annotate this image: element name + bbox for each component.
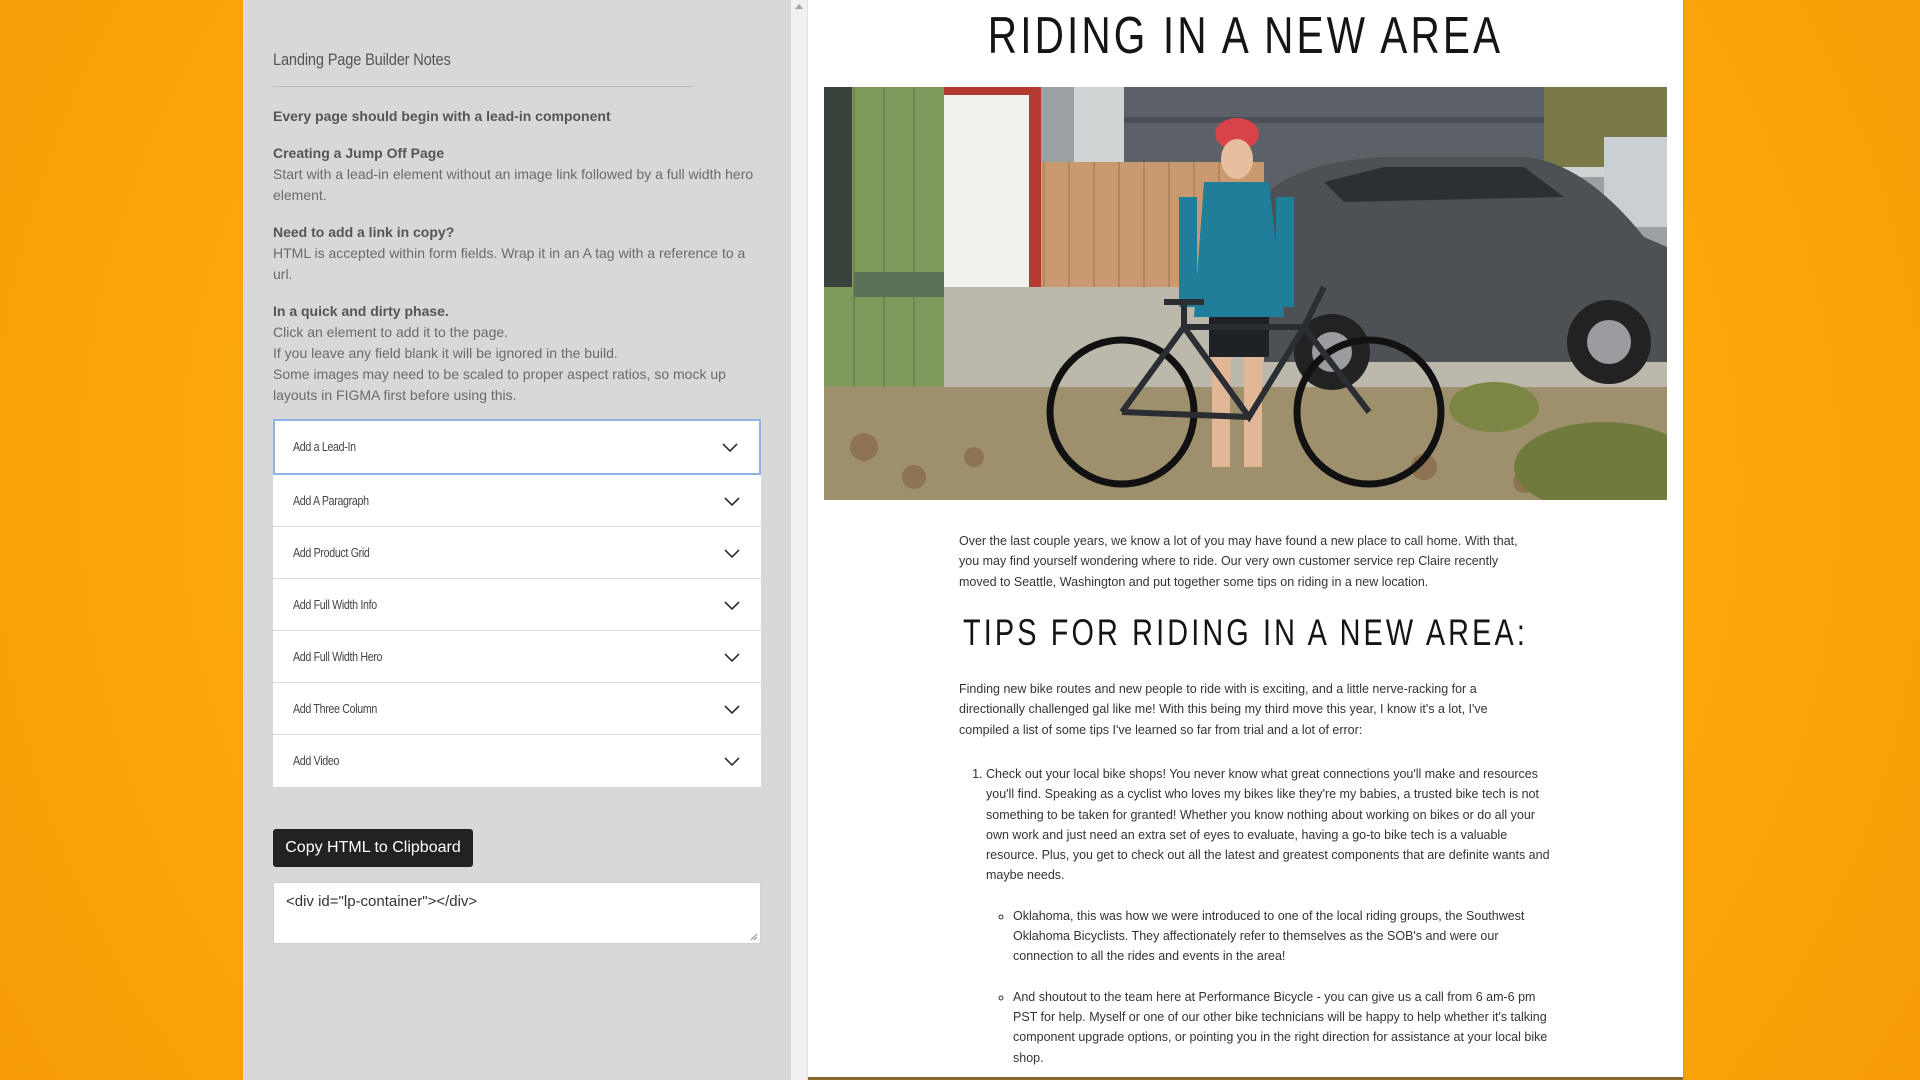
tips-heading: TIPS FOR RIDING IN A NEW AREA: <box>962 612 1529 653</box>
accordion-lead-in[interactable]: Add a Lead-In <box>273 419 761 475</box>
intro-paragraph: Over the last couple years, we know a lo… <box>959 534 1518 589</box>
scroll-up-arrow-icon[interactable] <box>795 4 803 9</box>
note-lead-in: Every page should begin with a lead-in c… <box>273 106 761 127</box>
copy-html-button[interactable]: Copy HTML to Clipboard <box>273 829 473 867</box>
chevron-down-icon <box>724 705 740 715</box>
accordion-full-width-hero[interactable]: Add Full Width Hero <box>273 631 761 683</box>
note-text: HTML is accepted within form fields. Wra… <box>273 245 746 282</box>
accordion-label: Add Product Grid <box>293 545 370 560</box>
component-accordion: Add a Lead-In Add A Paragraph Add Produc… <box>273 419 761 787</box>
note-text: If you leave any field blank it will be … <box>273 345 618 361</box>
sub-tip-item: Oklahoma, this was how we were introduce… <box>1013 906 1561 967</box>
note-heading: Every page should begin with a lead-in c… <box>273 108 611 124</box>
sub-tip-item: And shoutout to the team here at Perform… <box>1013 987 1561 1068</box>
chevron-down-icon <box>724 601 740 611</box>
builder-panel: Landing Page Builder Notes Every page sh… <box>243 0 791 1080</box>
chevron-down-icon <box>724 757 740 767</box>
accordion-label: Add Three Column <box>293 701 378 716</box>
chevron-down-icon <box>722 443 738 453</box>
note-text: Click an element to add it to the page. <box>273 324 509 340</box>
builder-title: Landing Page Builder Notes <box>273 50 693 87</box>
accordion-label: Add A Paragraph <box>293 493 369 508</box>
note-quick-phase: In a quick and dirty phase. Click an ele… <box>273 301 761 406</box>
note-heading: In a quick and dirty phase. <box>273 303 449 319</box>
hero-title: RIDING IN A NEW AREA <box>987 7 1504 65</box>
landing-page-preview: RIDING IN A NEW AREA Over the last coupl… <box>808 0 1683 1080</box>
tips-intro-paragraph: Finding new bike routes and new people t… <box>959 682 1488 737</box>
chevron-down-icon <box>724 549 740 559</box>
tips-list: Check out your local bike shops! You nev… <box>959 764 1561 1080</box>
accordion-label: Add a Lead-In <box>293 439 356 454</box>
hero-photo <box>824 87 1667 500</box>
note-text: Some images may need to be scaled to pro… <box>273 366 726 403</box>
accordion-full-width-info[interactable]: Add Full Width Info <box>273 579 761 631</box>
html-output-value: <div id="lp-container"></div> <box>286 893 478 910</box>
accordion-three-column[interactable]: Add Three Column <box>273 683 761 735</box>
tip-item: Check out your local bike shops! You nev… <box>986 764 1561 1068</box>
note-text: Start with a lead-in element without an … <box>273 166 754 203</box>
note-heading: Need to add a link in copy? <box>273 224 455 240</box>
chevron-down-icon <box>724 497 740 507</box>
html-output-textarea[interactable]: <div id="lp-container"></div> <box>273 882 761 944</box>
scrollbar[interactable] <box>791 0 808 1080</box>
note-jump-off: Creating a Jump Off Page Start with a le… <box>273 143 761 206</box>
accordion-video[interactable]: Add Video <box>273 735 761 787</box>
note-link-copy: Need to add a link in copy? HTML is acce… <box>273 222 761 285</box>
resize-grip-icon[interactable] <box>750 933 758 941</box>
chevron-down-icon <box>724 653 740 663</box>
tip-text: Check out your local bike shops! You nev… <box>986 767 1550 883</box>
accordion-paragraph[interactable]: Add A Paragraph <box>273 475 761 527</box>
note-heading: Creating a Jump Off Page <box>273 145 445 161</box>
accordion-product-grid[interactable]: Add Product Grid <box>273 527 761 579</box>
accordion-label: Add Full Width Info <box>293 597 377 612</box>
sub-tips-list: Oklahoma, this was how we were introduce… <box>986 906 1561 1068</box>
accordion-label: Add Video <box>293 753 340 768</box>
accordion-label: Add Full Width Hero <box>293 649 383 664</box>
